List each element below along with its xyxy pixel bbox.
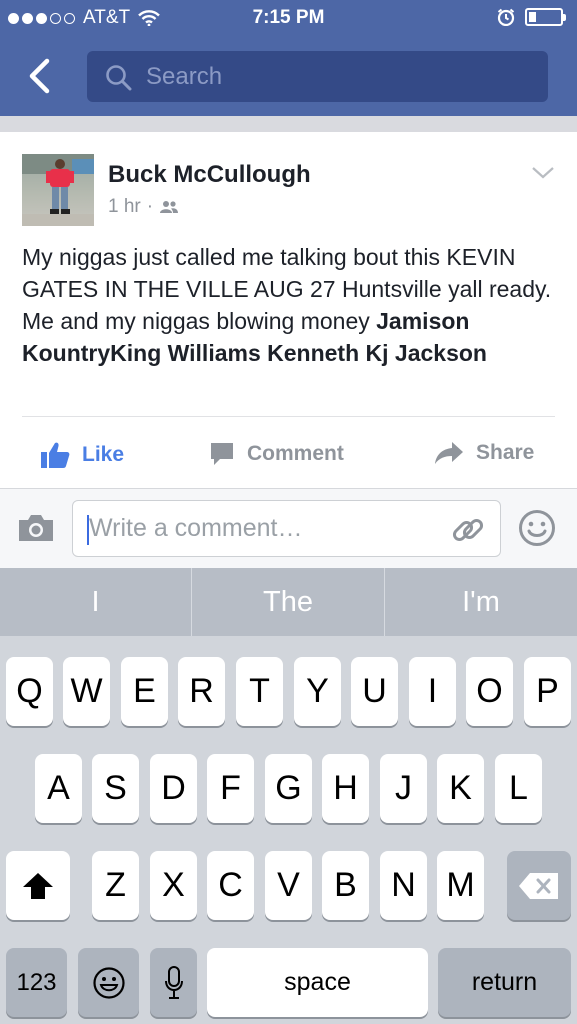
keyboard: I The I'm Q W E R T Y U I O P A S D F G … [0,568,577,1024]
comment-placeholder: Write a comment… [89,514,303,542]
predictive-bar: I The I'm [0,568,577,636]
key-m[interactable]: M [437,851,484,920]
comment-composer: Write a comment… [0,488,577,568]
dictation-key[interactable] [150,948,197,1017]
chevron-down-icon[interactable] [531,166,555,180]
post-card: Buck McCullough 1 hr · My niggas just ca… [0,132,577,488]
post-text: My niggas just called me talking bout th… [22,244,552,334]
key-v[interactable]: V [265,851,312,920]
suggestion-3[interactable]: I'm [385,568,577,636]
key-y[interactable]: Y [294,657,341,726]
key-h[interactable]: H [322,754,369,823]
avatar[interactable] [22,154,94,226]
microphone-icon [164,965,183,999]
header-bar: AT&T 7:15 PM Search [0,0,577,116]
key-s[interactable]: S [92,754,139,823]
post-body: My niggas just called me talking bout th… [22,241,562,369]
key-n[interactable]: N [380,851,427,920]
search-placeholder: Search [146,63,223,90]
share-arrow-icon [435,442,463,464]
key-z[interactable]: Z [92,851,139,920]
link-icon[interactable] [450,512,486,548]
like-button[interactable]: Like [40,441,124,469]
key-i[interactable]: I [409,657,456,726]
alarm-clock-icon [497,8,515,26]
key-l[interactable]: L [495,754,542,823]
comment-input[interactable]: Write a comment… [72,500,501,557]
shift-key[interactable] [6,851,70,920]
emoji-key[interactable] [78,948,139,1017]
share-label: Share [476,441,535,464]
delete-key[interactable] [507,851,571,920]
post-author[interactable]: Buck McCullough [108,161,311,189]
suggestion-2[interactable]: The [192,568,384,636]
post-time[interactable]: 1 hr [108,196,141,218]
key-f[interactable]: F [207,754,254,823]
post-meta: 1 hr · [108,196,179,218]
return-key[interactable]: return [438,948,571,1017]
key-j[interactable]: J [380,754,427,823]
key-t[interactable]: T [236,657,283,726]
numbers-key[interactable]: 123 [6,948,67,1017]
battery-icon [525,8,566,26]
search-icon [106,65,132,91]
key-r[interactable]: R [178,657,225,726]
key-q[interactable]: Q [6,657,53,726]
friends-icon [160,201,179,213]
thumbs-up-icon [41,442,70,468]
clock: 7:15 PM [252,7,325,28]
share-button[interactable]: Share [434,441,534,465]
key-a[interactable]: A [35,754,82,823]
key-u[interactable]: U [351,657,398,726]
key-e[interactable]: E [121,657,168,726]
emoji-keyboard-icon [92,966,125,999]
feed-separator [0,116,577,132]
search-input[interactable]: Search [87,51,548,102]
shift-arrow-icon [23,872,53,899]
comment-label: Comment [247,442,344,465]
key-c[interactable]: C [207,851,254,920]
meta-separator: · [146,196,154,217]
comment-button[interactable]: Comment [209,441,344,467]
camera-icon[interactable] [17,513,55,543]
key-p[interactable]: P [524,657,571,726]
space-key[interactable]: space [207,948,428,1017]
key-d[interactable]: D [150,754,197,823]
emoji-icon[interactable] [518,509,556,547]
suggestion-1[interactable]: I [0,568,191,636]
comment-bubble-icon [211,443,233,465]
key-k[interactable]: K [437,754,484,823]
key-x[interactable]: X [150,851,197,920]
backspace-icon [519,872,558,899]
key-w[interactable]: W [63,657,110,726]
key-b[interactable]: B [322,851,369,920]
key-o[interactable]: O [466,657,513,726]
back-button[interactable] [26,58,54,94]
like-label: Like [82,443,125,466]
key-g[interactable]: G [265,754,312,823]
status-bar: AT&T 7:15 PM [0,0,577,38]
post-actions: Like Comment Share [0,417,577,487]
